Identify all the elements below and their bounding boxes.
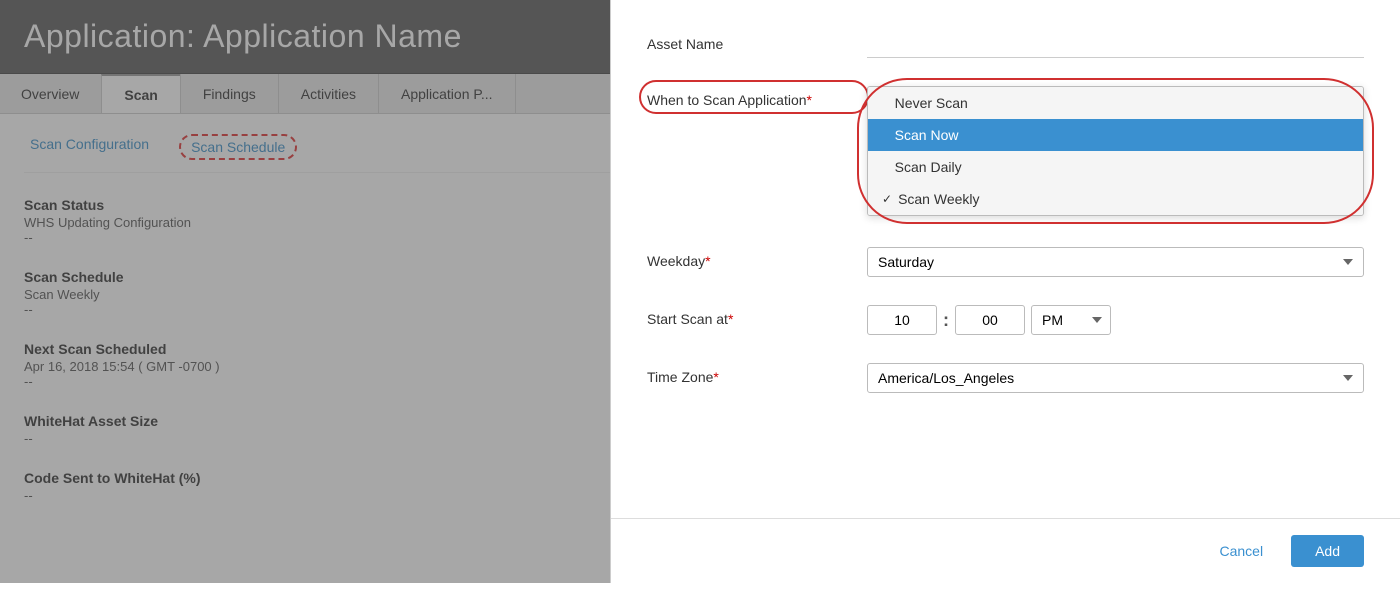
when-to-scan-row: When to Scan Application* Never Scan xyxy=(647,86,1364,219)
scan-option-weekly[interactable]: ✓ Scan Weekly xyxy=(868,183,1363,215)
start-scan-label: Start Scan at* xyxy=(647,305,867,327)
weekday-label: Weekday* xyxy=(647,247,867,269)
add-button[interactable]: Add xyxy=(1291,535,1364,567)
timezone-label: Time Zone* xyxy=(647,363,867,385)
timezone-select[interactable]: America/Los_Angeles America/New_York Ame… xyxy=(867,363,1364,393)
modal-body: Asset Name When to Scan Application* xyxy=(611,0,1400,518)
time-colon: : xyxy=(943,310,949,331)
asset-name-field xyxy=(867,30,1364,58)
asset-name-label: Asset Name xyxy=(647,30,867,52)
minute-input[interactable] xyxy=(955,305,1025,335)
required-marker: * xyxy=(807,92,812,108)
timezone-row: Time Zone* America/Los_Angeles America/N… xyxy=(647,363,1364,393)
start-scan-row: Start Scan at* : PM AM xyxy=(647,305,1364,335)
weekday-row: Weekday* Saturday xyxy=(647,247,1364,277)
start-scan-field: : PM AM xyxy=(867,305,1364,335)
scan-option-daily[interactable]: Scan Daily xyxy=(868,151,1363,183)
timezone-field: America/Los_Angeles America/New_York Ame… xyxy=(867,363,1364,393)
when-to-scan-label: When to Scan Application* xyxy=(647,86,867,108)
scan-option-never[interactable]: Never Scan xyxy=(868,87,1363,119)
modal-footer: Cancel Add xyxy=(611,518,1400,583)
modal-overlay: Asset Name When to Scan Application* xyxy=(0,0,1400,583)
scan-option-now[interactable]: Scan Now xyxy=(868,119,1363,151)
asset-name-value xyxy=(867,30,1364,58)
weekday-select[interactable]: Saturday xyxy=(867,247,1364,277)
modal-panel: Asset Name When to Scan Application* xyxy=(610,0,1400,583)
cancel-button[interactable]: Cancel xyxy=(1203,535,1279,567)
time-row: : PM AM xyxy=(867,305,1364,335)
when-to-scan-field: Never Scan Scan Now Scan Daily xyxy=(867,86,1364,219)
hour-input[interactable] xyxy=(867,305,937,335)
dropdown-wrapper: Never Scan Scan Now Scan Daily xyxy=(867,86,1364,216)
asset-name-row: Asset Name xyxy=(647,30,1364,58)
ampm-select[interactable]: PM AM xyxy=(1031,305,1111,335)
scan-options-dropdown[interactable]: Never Scan Scan Now Scan Daily xyxy=(867,86,1364,216)
weekday-field: Saturday xyxy=(867,247,1364,277)
